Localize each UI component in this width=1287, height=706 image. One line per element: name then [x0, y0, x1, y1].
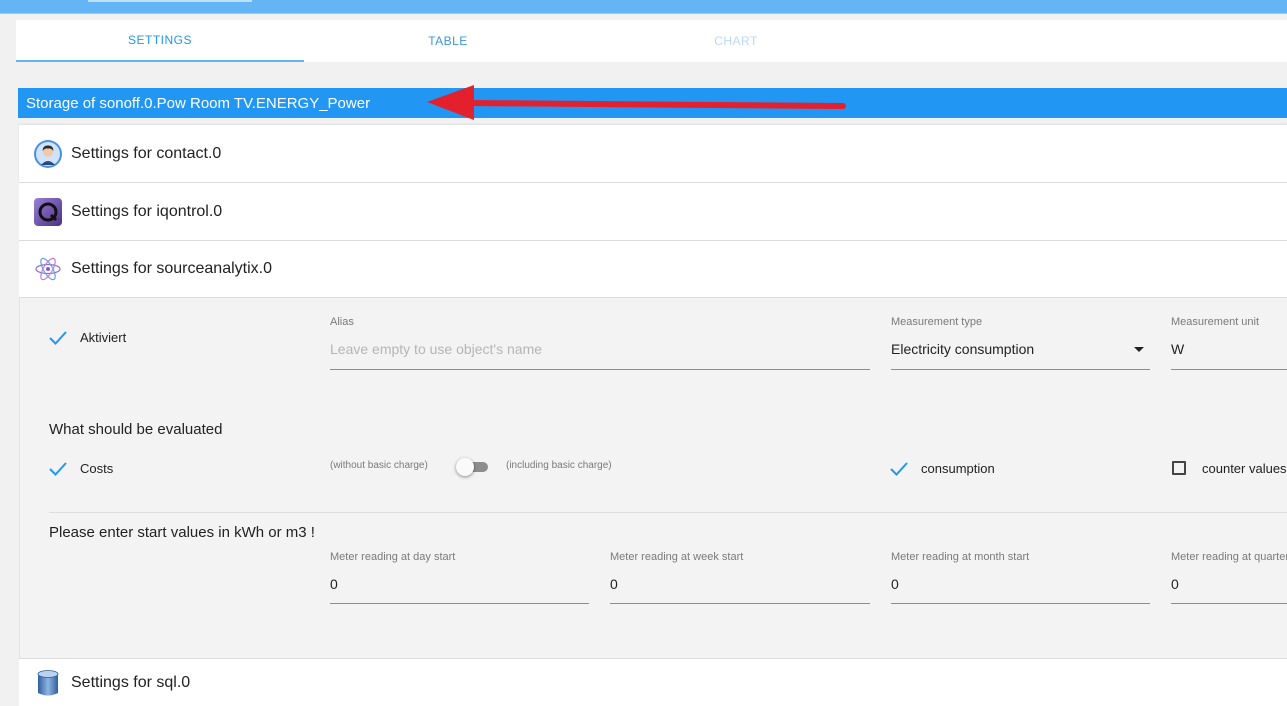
measurement-type-select[interactable]: Electricity consumption	[891, 341, 1034, 357]
meter-quarter-input[interactable]: 0	[1171, 576, 1179, 592]
activated-check-icon[interactable]	[48, 328, 68, 348]
measurement-unit-label: Measurement unit	[1171, 316, 1260, 328]
panel-contact[interactable]: Settings for contact.0	[19, 125, 1287, 183]
section-divider	[49, 512, 1287, 513]
meter-day-label: Meter reading at day start	[330, 551, 456, 563]
panel-sourceanalytix[interactable]: Settings for sourceanalytix.0	[19, 241, 1287, 298]
meter-week-underline	[610, 603, 870, 604]
panel-contact-title: Settings for contact.0	[71, 144, 222, 162]
meter-week-label: Meter reading at week start	[610, 551, 744, 563]
alias-label: Alias	[330, 316, 354, 328]
panel-sourceanalytix-title: Settings for sourceanalytix.0	[71, 260, 272, 277]
storage-title: Storage of sonoff.0.Pow Room TV.ENERGY_P…	[26, 94, 371, 112]
tab-table[interactable]: TABLE	[304, 20, 592, 62]
meter-month-input[interactable]: 0	[891, 576, 899, 592]
counter-values-label: counter values	[1202, 461, 1287, 476]
measurement-type-underline	[891, 369, 1150, 370]
meter-day-underline	[330, 603, 589, 604]
measurement-type-label: Measurement type	[891, 316, 983, 328]
alias-input[interactable]: Leave empty to use object's name	[330, 341, 542, 357]
consumption-label: consumption	[921, 461, 995, 476]
without-basic-charge-label: (without basic charge)	[330, 460, 428, 471]
tab-bar: SETTINGS TABLE CHART	[16, 20, 1287, 62]
meter-quarter-underline	[1171, 603, 1287, 604]
database-icon	[33, 668, 63, 698]
sourceanalytix-settings-body: Aktiviert Alias Leave empty to use objec…	[19, 298, 1287, 658]
meter-month-underline	[891, 603, 1150, 604]
meter-month-label: Meter reading at month start	[891, 551, 1030, 563]
panel-sql-title: Settings for sql.0	[71, 673, 191, 691]
including-basic-charge-label: (including basic charge)	[506, 460, 612, 471]
start-values-heading: Please enter start values in kWh or m3 !	[49, 524, 315, 541]
contact-avatar-icon	[33, 139, 63, 169]
app-bar-indicator	[88, 0, 252, 2]
panel-sql[interactable]: Settings for sql.0	[19, 658, 1287, 706]
app-bar	[0, 0, 1287, 14]
activated-label: Aktiviert	[80, 330, 127, 345]
measurement-unit-input[interactable]: W	[1171, 341, 1184, 357]
alias-underline	[330, 369, 870, 370]
tab-chart[interactable]: CHART	[592, 20, 880, 62]
costs-label: Costs	[80, 461, 114, 476]
basic-charge-toggle-knob[interactable]	[456, 458, 474, 476]
atom-icon	[33, 254, 63, 284]
meter-week-input[interactable]: 0	[610, 576, 618, 592]
costs-check-icon[interactable]	[48, 459, 68, 479]
storage-title-bar: Storage of sonoff.0.Pow Room TV.ENERGY_P…	[18, 88, 1287, 118]
panel-iqontrol-title: Settings for iqontrol.0	[71, 202, 223, 220]
iqontrol-logo-icon	[33, 197, 63, 227]
evaluate-heading: What should be evaluated	[49, 421, 223, 438]
meter-day-input[interactable]: 0	[330, 576, 338, 592]
measurement-unit-underline	[1171, 369, 1287, 370]
meter-quarter-label: Meter reading at quarter start	[1171, 551, 1287, 563]
tab-settings[interactable]: SETTINGS	[16, 20, 304, 62]
chevron-down-icon[interactable]	[1134, 347, 1144, 352]
panel-iqontrol[interactable]: Settings for iqontrol.0	[19, 183, 1287, 241]
counter-values-checkbox[interactable]	[1172, 461, 1186, 475]
consumption-check-icon[interactable]	[889, 459, 909, 479]
